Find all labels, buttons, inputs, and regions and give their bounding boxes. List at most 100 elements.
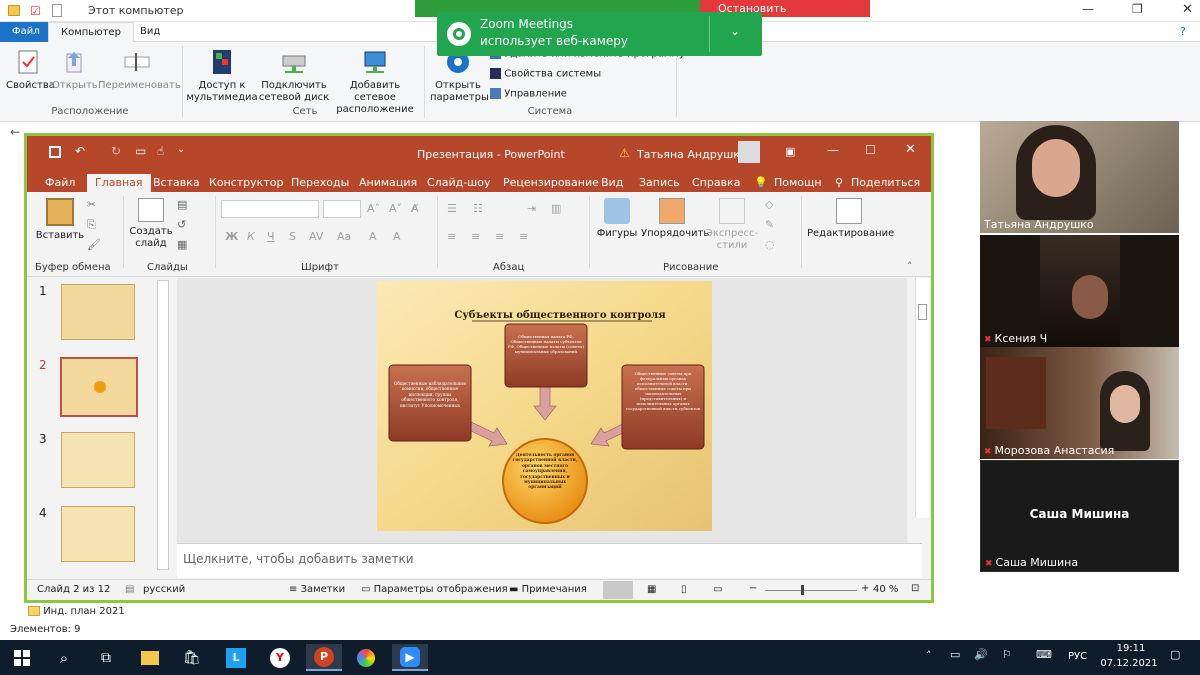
- slide-canvas[interactable]: Субъекты общественного контроля Обществе…: [377, 281, 712, 531]
- touch-mode-icon[interactable]: ☝: [157, 144, 164, 158]
- tab-file[interactable]: Файл: [43, 174, 77, 192]
- language-indicator[interactable]: русский: [143, 584, 185, 595]
- numbering-icon[interactable]: ☷: [473, 202, 483, 215]
- tab-assistant[interactable]: Помощн: [772, 174, 824, 192]
- layout-icon[interactable]: ▤: [177, 198, 187, 211]
- copy-icon[interactable]: ⎘: [87, 218, 96, 232]
- qat-dropdown-icon[interactable]: ⌄: [177, 144, 185, 155]
- zoom-camera-notification[interactable]: Zoom Meetings использует веб-камеру ⌄: [437, 12, 762, 56]
- arrange-button[interactable]: Упорядочить: [641, 198, 709, 240]
- share-button[interactable]: Поделиться: [849, 174, 922, 192]
- comments-toggle[interactable]: ▬ Примечания: [509, 584, 587, 595]
- grow-font-icon[interactable]: A˄: [367, 202, 380, 215]
- search-icon[interactable]: ⌕: [50, 644, 78, 671]
- minimize-icon[interactable]: —: [827, 143, 839, 157]
- shapes-button[interactable]: Фигуры: [595, 198, 639, 240]
- section-icon[interactable]: ▦: [177, 238, 187, 251]
- cut-icon[interactable]: ✂: [87, 198, 96, 211]
- tab-record[interactable]: Запись: [637, 174, 682, 192]
- slideshow-icon[interactable]: ▭: [135, 144, 146, 158]
- keyboard-icon[interactable]: ⌨: [1036, 648, 1052, 661]
- minimize-icon[interactable]: —: [1082, 2, 1094, 16]
- justify-icon[interactable]: ≡: [519, 230, 528, 243]
- tab-help[interactable]: Справка: [690, 174, 742, 192]
- font-family-select[interactable]: [221, 200, 319, 218]
- store-icon[interactable]: 🛍: [178, 644, 206, 671]
- tab-review[interactable]: Рецензирование: [501, 174, 601, 192]
- indent-icon[interactable]: ⇥: [527, 202, 536, 215]
- new-file-icon[interactable]: [52, 4, 62, 17]
- bullets-icon[interactable]: ☰: [447, 202, 457, 215]
- reading-view-icon[interactable]: ▯: [681, 584, 687, 595]
- back-arrow-icon[interactable]: ←: [10, 125, 20, 139]
- checkbox-icon[interactable]: ☑: [30, 4, 41, 18]
- properties-button[interactable]: Свойства: [6, 48, 55, 92]
- notes-pane[interactable]: Щелкните, чтобы добавить заметки: [177, 543, 922, 578]
- close-icon[interactable]: ✕: [1182, 2, 1193, 17]
- quick-styles-button[interactable]: Экспресс-стили: [705, 198, 759, 252]
- user-name[interactable]: Татьяна Андрушко: [637, 148, 747, 161]
- participant-video[interactable]: Татьяна Андрушко: [980, 121, 1179, 233]
- maximize-icon[interactable]: ❐: [1132, 2, 1143, 16]
- thumbs-scrollbar[interactable]: [157, 280, 169, 570]
- windows-start-icon[interactable]: [8, 644, 36, 671]
- columns-icon[interactable]: ▥: [551, 202, 561, 215]
- tab-view[interactable]: Вид: [599, 174, 625, 192]
- underline-icon[interactable]: Ч: [267, 230, 275, 243]
- clock-time[interactable]: 19:11: [1106, 643, 1156, 654]
- chevron-down-icon[interactable]: ⌄: [730, 24, 740, 38]
- zoom-out-icon[interactable]: −: [749, 583, 757, 594]
- tab-file[interactable]: Файл: [0, 22, 48, 42]
- ribbon-display-icon[interactable]: ▣: [785, 145, 795, 158]
- participant-video[interactable]: Саша Мишина ✖ Саша Мишина: [980, 460, 1179, 572]
- open-button[interactable]: Открыть: [52, 48, 98, 92]
- open-settings-button[interactable]: Открыть параметры: [430, 48, 489, 104]
- fill-icon[interactable]: ◇: [765, 198, 773, 211]
- tab-insert[interactable]: Вставка: [151, 174, 202, 192]
- media-access-button[interactable]: Доступ к мультимедиа: [186, 48, 258, 104]
- zoom-taskbar-icon[interactable]: ▶: [392, 644, 428, 671]
- zoom-slider[interactable]: [765, 585, 857, 595]
- folder-list-item[interactable]: Инд. план 2021: [28, 606, 125, 617]
- network-icon[interactable]: ▭: [950, 648, 960, 661]
- tab-view[interactable]: Вид: [128, 22, 172, 42]
- paint-icon[interactable]: [352, 644, 380, 671]
- app-l-icon[interactable]: L: [222, 644, 250, 671]
- zoom-level[interactable]: 40 %: [873, 584, 898, 595]
- case-icon[interactable]: Aa: [337, 230, 351, 243]
- notes-toggle[interactable]: ≡ Заметки: [289, 584, 345, 595]
- tab-home[interactable]: Главная: [87, 174, 151, 192]
- management-item[interactable]: Управление: [490, 88, 567, 100]
- system-properties-item[interactable]: Свойства системы: [490, 68, 601, 80]
- tab-transitions[interactable]: Переходы: [289, 174, 351, 192]
- align-left-icon[interactable]: ≡: [447, 230, 456, 243]
- close-icon[interactable]: ✕: [905, 142, 916, 157]
- normal-view-icon[interactable]: [603, 581, 633, 599]
- outline-icon[interactable]: ✎: [765, 218, 774, 231]
- redo-icon[interactable]: ↻: [111, 144, 121, 158]
- spellcheck-icon[interactable]: ▤: [125, 584, 134, 595]
- sorter-view-icon[interactable]: ▦: [647, 584, 656, 595]
- slide-thumbnail[interactable]: [61, 506, 135, 562]
- participant-video[interactable]: ✖ Морозова Анастасия: [980, 347, 1179, 459]
- participant-video[interactable]: ✖ Ксения Ч: [980, 235, 1179, 347]
- tab-animation[interactable]: Анимация: [357, 174, 419, 192]
- undo-icon[interactable]: ↶: [75, 144, 85, 158]
- new-slide-button[interactable]: Создать слайд: [129, 198, 173, 250]
- clear-format-icon[interactable]: A̸: [411, 202, 419, 215]
- file-explorer-icon[interactable]: [136, 644, 164, 671]
- volume-icon[interactable]: 🔊: [974, 648, 988, 661]
- rename-button[interactable]: Переименовать: [98, 48, 181, 92]
- clock-date[interactable]: 07.12.2021: [1098, 658, 1160, 669]
- italic-icon[interactable]: К: [247, 230, 255, 243]
- slide-thumbnail-selected[interactable]: [60, 357, 138, 417]
- display-settings[interactable]: ▭ Параметры отображения: [361, 584, 508, 595]
- maximize-icon[interactable]: ☐: [865, 143, 876, 157]
- highlight-icon[interactable]: A: [393, 230, 401, 243]
- slide-thumbnail[interactable]: [61, 284, 135, 340]
- language-tray-icon[interactable]: ⚐: [1002, 648, 1012, 661]
- font-color-icon[interactable]: A: [369, 230, 377, 243]
- tab-slideshow[interactable]: Слайд-шоу: [425, 174, 492, 192]
- spacing-icon[interactable]: AV: [309, 230, 323, 243]
- notifications-icon[interactable]: ▢: [1170, 648, 1180, 661]
